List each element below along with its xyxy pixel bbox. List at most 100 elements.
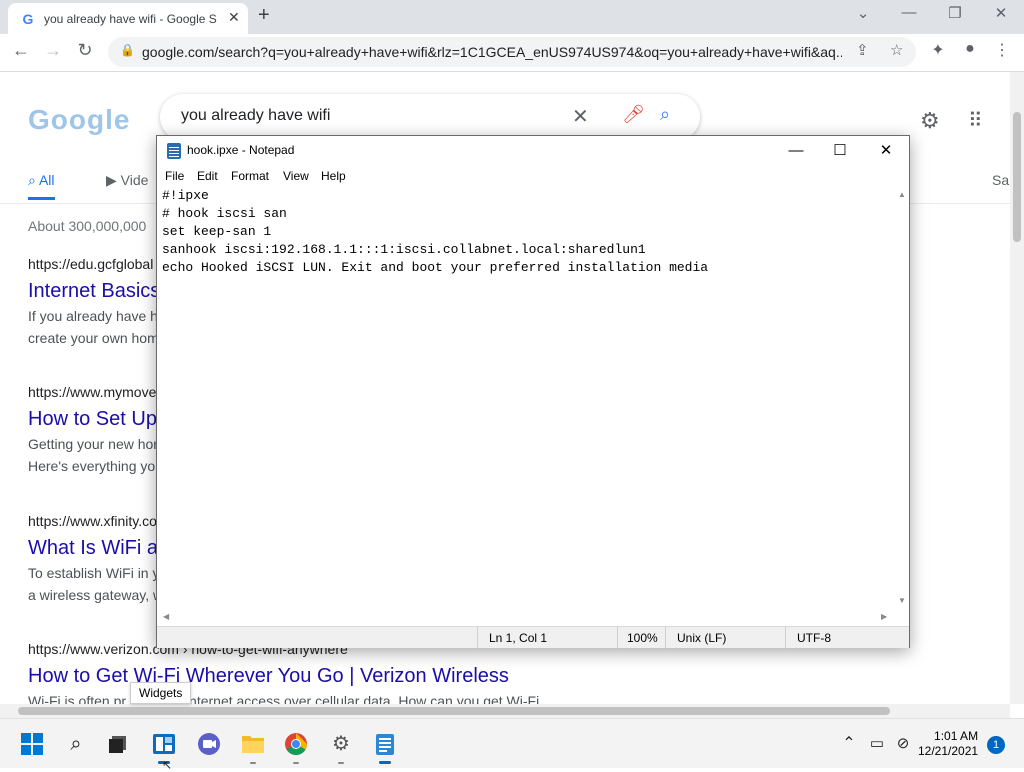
google-doodle-logo[interactable]: Google xyxy=(28,104,130,136)
notepad-maximize-icon[interactable]: ☐ xyxy=(817,138,863,164)
share-icon[interactable]: ⇪ xyxy=(856,41,869,59)
status-line-ending: Unix (LF) xyxy=(677,631,727,645)
status-separator xyxy=(617,627,618,649)
close-window-icon[interactable]: ✕ xyxy=(978,4,1024,22)
status-separator xyxy=(665,627,666,649)
result-snippet: Here's everything you xyxy=(28,458,163,474)
result-title[interactable]: How to Set Up xyxy=(28,408,163,431)
search-result: https://www.xfinity.co What Is WiFi ar T… xyxy=(28,513,165,606)
bookmark-star-icon[interactable]: ☆ xyxy=(890,41,903,59)
result-title[interactable]: Internet Basics xyxy=(28,280,160,303)
page-vertical-scrollbar[interactable] xyxy=(1010,72,1024,704)
show-hidden-icons-chevron-icon[interactable]: ⌃ xyxy=(834,729,864,759)
google-favicon-icon: G xyxy=(22,11,34,27)
tab-all[interactable]: ⌕ All xyxy=(28,172,55,200)
voice-search-icon[interactable]: 🎤︎ xyxy=(622,104,645,125)
video-icon: ▶ xyxy=(106,172,121,188)
notepad-text-area[interactable]: #!ipxe # hook iscsi san set keep-san 1 s… xyxy=(159,186,895,610)
scroll-right-icon[interactable]: ▶ xyxy=(881,612,887,621)
profile-icon[interactable]: ● xyxy=(958,40,982,58)
menu-edit[interactable]: Edit xyxy=(197,169,218,183)
search-icon[interactable]: ⌕ xyxy=(660,104,670,125)
close-tab-icon[interactable]: ✕ xyxy=(228,9,240,26)
teams-chat-icon[interactable] xyxy=(194,729,224,759)
notepad-title-bar[interactable]: hook.ipxe - Notepad — ☐ ✕ xyxy=(157,136,909,166)
menu-view[interactable]: View xyxy=(283,169,309,183)
result-title[interactable]: How to Get Wi-Fi Wherever You Go | Veriz… xyxy=(28,665,551,688)
browser-tab[interactable]: G you already have wifi - Google S ✕ xyxy=(8,3,248,34)
search-result: https://www.verizon.com › how-to-get-wif… xyxy=(28,641,551,704)
notepad-status-bar: Ln 1, Col 1 100% Unix (LF) UTF-8 xyxy=(157,626,909,649)
settings-gear-icon[interactable]: ⚙ xyxy=(920,108,940,134)
notepad-vertical-scrollbar[interactable]: ▲ ▼ xyxy=(895,186,909,610)
result-snippet: To establish WiFi in y xyxy=(28,565,160,581)
menu-file[interactable]: File xyxy=(165,169,184,183)
mouse-cursor-icon: ↖ xyxy=(162,758,173,772)
notepad-minimize-icon[interactable]: — xyxy=(773,138,819,164)
scroll-down-icon[interactable]: ▼ xyxy=(898,596,906,605)
result-url[interactable]: https://www.mymove xyxy=(28,384,163,400)
task-view-icon[interactable] xyxy=(103,729,133,759)
result-url[interactable]: https://www.xfinity.co xyxy=(28,513,165,529)
horizontal-scroll-thumb[interactable] xyxy=(18,707,890,715)
minimize-icon[interactable]: — xyxy=(886,4,932,21)
notepad-window: hook.ipxe - Notepad — ☐ ✕ File Edit Form… xyxy=(156,135,910,649)
volume-muted-icon[interactable]: ⊘ xyxy=(888,729,918,759)
status-encoding: UTF-8 xyxy=(797,631,831,645)
settings-app-icon[interactable]: ⚙ xyxy=(326,729,356,764)
result-title[interactable]: What Is WiFi ar xyxy=(28,537,165,560)
browser-toolbar: ← → ↻ 🔒 google.com/search?q=you+already+… xyxy=(0,34,1024,72)
search-box[interactable]: you already have wifi ✕ 🎤︎ ⌕ xyxy=(160,94,700,140)
notification-badge[interactable]: 1 xyxy=(987,736,1005,754)
clock-date: 12/21/2021 xyxy=(918,744,979,758)
notepad-title: hook.ipxe - Notepad xyxy=(187,143,295,157)
url-text: google.com/search?q=you+already+have+wif… xyxy=(142,44,842,60)
apps-grid-icon[interactable]: ⠿ xyxy=(968,108,983,133)
tab-videos[interactable]: ▶ Vide xyxy=(106,172,148,189)
notepad-close-icon[interactable]: ✕ xyxy=(863,138,909,164)
result-snippet: If you already have h xyxy=(28,308,158,324)
result-snippet: Wi-Fi is often pr... mobile internet acc… xyxy=(28,693,551,704)
search-query[interactable]: you already have wifi xyxy=(181,107,330,125)
tab-search-icon[interactable]: ⌄ xyxy=(840,4,886,22)
lock-icon[interactable]: 🔒 xyxy=(120,43,135,57)
new-tab-icon[interactable]: + xyxy=(258,4,270,27)
search-small-icon: ⌕ xyxy=(28,172,39,188)
status-position: Ln 1, Col 1 xyxy=(489,631,548,645)
menu-kebab-icon[interactable]: ⋮ xyxy=(990,40,1014,60)
clear-search-icon[interactable]: ✕ xyxy=(572,104,589,129)
status-zoom: 100% xyxy=(627,631,658,645)
status-separator xyxy=(477,627,478,649)
reload-icon[interactable]: ↻ xyxy=(72,40,98,61)
result-snippet: create your own hom xyxy=(28,330,159,346)
notepad-menu-bar: File Edit Format View Help xyxy=(157,166,909,186)
vertical-scroll-thumb[interactable] xyxy=(1013,112,1021,242)
widgets-icon[interactable] xyxy=(149,729,179,764)
notepad-taskbar-icon[interactable] xyxy=(370,729,400,764)
menu-help[interactable]: Help xyxy=(321,169,346,183)
address-bar[interactable]: 🔒 google.com/search?q=you+already+have+w… xyxy=(108,37,916,67)
start-windows-icon[interactable] xyxy=(17,729,47,759)
page-horizontal-scrollbar[interactable] xyxy=(0,704,1010,718)
forward-icon[interactable]: → xyxy=(40,40,66,61)
menu-format[interactable]: Format xyxy=(231,169,269,183)
result-snippet: Getting your new hor xyxy=(28,436,158,452)
extensions-icon[interactable]: ✦ xyxy=(926,40,950,60)
system-clock[interactable]: 1:01 AM 12/21/2021 xyxy=(918,729,978,759)
tab-videos-label: Vide xyxy=(120,172,149,188)
back-icon[interactable]: ← xyxy=(8,40,34,61)
notepad-icon xyxy=(167,143,181,159)
widgets-tooltip: Widgets xyxy=(130,682,192,704)
file-explorer-icon[interactable] xyxy=(238,729,268,764)
taskbar-search-icon[interactable]: ⌕ xyxy=(61,729,91,759)
scroll-left-icon[interactable]: ◀ xyxy=(163,612,169,621)
restore-icon[interactable]: ❐ xyxy=(932,4,978,22)
result-url[interactable]: https://edu.gcfglobal xyxy=(28,256,160,272)
tab-all-label: All xyxy=(38,172,55,188)
tab-title: you already have wifi - Google S xyxy=(44,12,217,26)
tab-more[interactable]: Sa xyxy=(992,172,1009,188)
notepad-horizontal-scrollbar[interactable]: ◀ ▶ xyxy=(159,610,895,624)
chrome-icon[interactable] xyxy=(281,729,311,764)
status-separator xyxy=(785,627,786,649)
scroll-up-icon[interactable]: ▲ xyxy=(898,190,906,199)
